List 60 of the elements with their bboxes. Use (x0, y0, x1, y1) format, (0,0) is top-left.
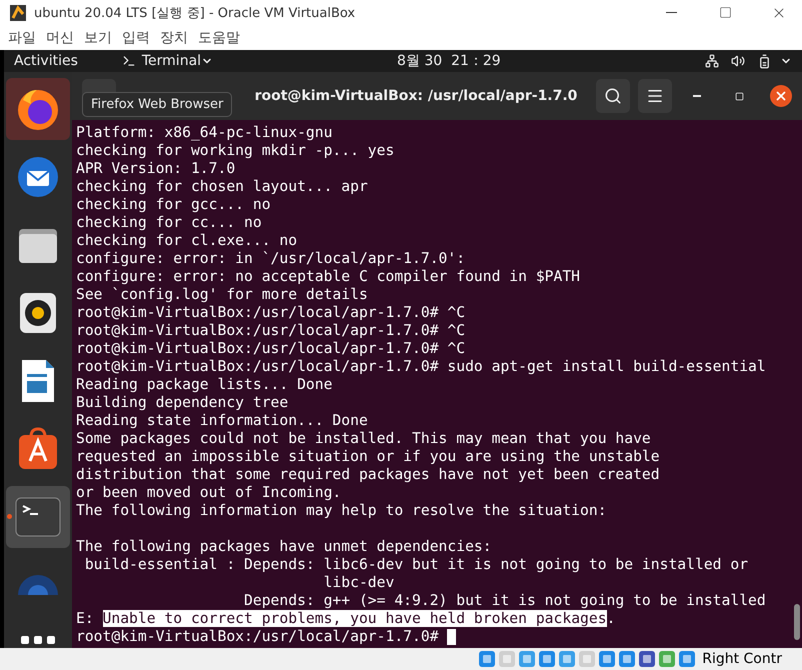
terminal-line: or been moved out of Incoming. (76, 484, 342, 502)
menu-item[interactable]: 파일 (8, 28, 36, 46)
terminal-line: configure: error: in `/usr/local/apr-1.7.0': (76, 250, 466, 268)
menu-icon (646, 87, 664, 105)
terminal-line: APR Version: 1.7.0 (76, 160, 236, 178)
terminal-icon (15, 497, 61, 537)
activities-button[interactable]: Activities (14, 53, 78, 69)
maximize-icon (718, 6, 732, 19)
host-key-label: Right Contr (702, 651, 782, 667)
menu-item[interactable]: 머신 (46, 28, 74, 46)
terminal-line: root@kim-VirtualBox:/usr/local/apr-1.7.0# ^C (76, 322, 466, 340)
minimize-icon (666, 12, 676, 13)
terminal-line: Depends: g++ (>= 4:9.2) but it is not going to be installed (243, 592, 767, 610)
minimize-icon (693, 95, 701, 97)
mail-icon (15, 154, 61, 200)
menu-item[interactable]: 보기 (84, 28, 112, 46)
app-logo-icon (10, 4, 26, 20)
search-button[interactable] (596, 79, 630, 113)
tooltip: Firefox Web Browser (82, 92, 232, 117)
terminal-line: See `config.log' for more details (76, 286, 369, 304)
terminal-line: Building dependency tree (76, 394, 290, 412)
terminal-line: checking for gcc... no (76, 196, 272, 214)
terminal-line: checking for chosen layout... apr (76, 178, 369, 196)
terminal-line: checking for working mkdir -p... yes (76, 142, 396, 160)
terminal-line: Some packages could not be installed. This may mean that you have (76, 430, 652, 448)
terminal-line: checking for cc... no (76, 214, 263, 232)
menu-button[interactable] (638, 79, 672, 113)
volume-icon[interactable] (731, 54, 745, 68)
terminal-line: Reading state information... Done (76, 412, 369, 430)
terminal-line: root@kim-VirtualBox:/usr/local/apr-1.7.0# ^C (76, 340, 466, 358)
terminal-line: Reading package lists... Done (76, 376, 334, 394)
terminal-line: The following information may help to resolve the situation: (76, 502, 608, 520)
shopping-bag-icon (16, 427, 60, 471)
app-menu-button[interactable]: Terminal (142, 53, 202, 69)
window-title: ubuntu 20.04 LTS [실행 중] - Oracle VM VirtualBox (34, 4, 356, 22)
restore-icon (734, 92, 744, 100)
close-icon (774, 89, 788, 103)
text-cursor (447, 628, 456, 645)
terminal-line: Platform: x86_64-pc-linux-gnu (76, 124, 334, 142)
terminal-line: root@kim-VirtualBox:/usr/local/apr-1.7.0# (76, 628, 440, 645)
search-icon (604, 87, 622, 105)
clock[interactable]: 8월 30 21：29 (397, 52, 501, 70)
terminal-line: configure: error: no acceptable C compiler found in $PATH (76, 268, 582, 286)
battery-icon[interactable] (757, 54, 772, 68)
close-button[interactable] (770, 85, 792, 107)
speaker-icon (17, 291, 59, 335)
terminal-line: root@kim-VirtualBox:/usr/local/apr-1.7.0# sudo apt-get install build-essential (76, 358, 767, 376)
terminal-icon (122, 54, 136, 68)
menu-item[interactable]: 도움말 (198, 28, 240, 46)
terminal-line: distribution that some required packages have not yet been created (76, 466, 661, 484)
terminal-line: libc-dev (322, 574, 396, 592)
terminal-line: checking for cl.exe... no (76, 232, 298, 250)
scrollbar[interactable] (794, 604, 800, 640)
terminal-line: requested an impossible situation or if you are using the unstable (76, 448, 661, 466)
menu-item[interactable]: 입력 (122, 28, 150, 46)
terminal-line: build-essential : Depends: libc6-dev but it is not going to be installed or (84, 556, 750, 574)
menu-item[interactable]: 장치 (160, 28, 188, 46)
terminal-line: root@kim-VirtualBox:/usr/local/apr-1.7.0# ^C (76, 304, 466, 322)
window-title: root@kim-VirtualBox: /usr/local/apr-1.7.0 (254, 88, 578, 104)
terminal-line: The following packages have unmet dependencies: (76, 538, 493, 556)
